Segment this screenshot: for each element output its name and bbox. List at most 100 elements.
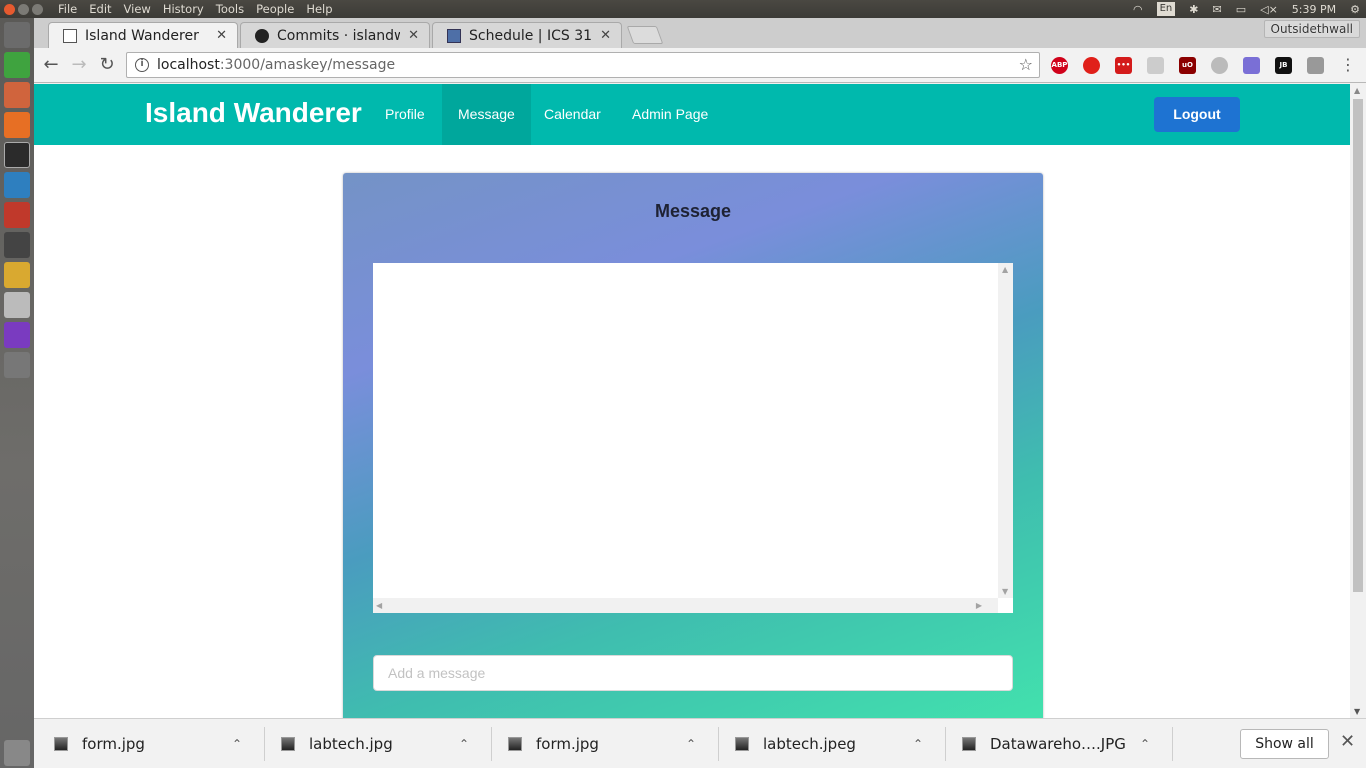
chevron-up-icon[interactable]: ⌃	[913, 737, 923, 751]
battery-icon[interactable]: ▭	[1236, 3, 1246, 16]
nav-admin-page[interactable]: Admin Page	[616, 84, 724, 145]
scroll-left-arrow-icon[interactable]: ◀	[376, 601, 382, 610]
menu-file[interactable]: File	[58, 2, 77, 16]
close-downloads-bar-icon[interactable]: ✕	[1340, 731, 1355, 752]
xmind-icon[interactable]	[4, 232, 30, 258]
logout-button[interactable]: Logout	[1154, 97, 1240, 132]
chevron-up-icon[interactable]: ⌃	[232, 737, 242, 751]
menu-edit[interactable]: Edit	[89, 2, 111, 16]
window-minimize-button[interactable]	[18, 3, 29, 15]
ublock-icon[interactable]: uO	[1179, 57, 1196, 74]
libreoffice-calc-icon[interactable]	[4, 52, 30, 78]
browser-tab-strip: Island Wanderer ✕ Commits · islandwa ✕ S…	[34, 18, 1366, 48]
close-tab-icon[interactable]: ✕	[600, 28, 611, 43]
site-info-icon[interactable]: i	[135, 58, 149, 72]
chevron-up-icon[interactable]: ⌃	[459, 737, 469, 751]
nav-calendar[interactable]: Calendar	[528, 84, 617, 145]
trash-icon[interactable]	[4, 740, 30, 766]
file-icon	[54, 737, 68, 751]
chevron-up-icon[interactable]: ⌃	[686, 737, 696, 751]
download-item[interactable]: labtech.jpg ⌃	[281, 727, 469, 761]
terminal-icon[interactable]	[4, 142, 30, 168]
chevron-up-icon[interactable]: ⌃	[1140, 737, 1150, 751]
menu-tools[interactable]: Tools	[216, 2, 244, 16]
file-icon	[735, 737, 749, 751]
wifi-icon[interactable]: ◠	[1133, 3, 1143, 16]
file-icon	[508, 737, 522, 751]
ubuntu-dash-icon[interactable]	[4, 22, 30, 48]
scroll-up-arrow-icon[interactable]: ▲	[1354, 86, 1360, 95]
new-tab-button[interactable]	[626, 26, 664, 44]
forward-button[interactable]: →	[68, 54, 90, 76]
system-settings-icon[interactable]	[4, 202, 30, 228]
card-title: Message	[654, 201, 732, 221]
message-log[interactable]: ▲ ▼ ◀ ▶	[373, 263, 1013, 613]
firefox-icon[interactable]	[4, 112, 30, 138]
window-controls	[4, 3, 52, 15]
message-input[interactable]	[373, 655, 1013, 691]
scroll-right-arrow-icon[interactable]: ▶	[976, 601, 982, 610]
intellij-icon[interactable]	[4, 322, 30, 348]
tab-island-wanderer[interactable]: Island Wanderer ✕	[48, 22, 238, 48]
mail-icon[interactable]: ✉	[1212, 3, 1221, 16]
nav-profile[interactable]: Profile	[369, 84, 441, 145]
palette-icon[interactable]	[1211, 57, 1228, 74]
close-tab-icon[interactable]: ✕	[408, 28, 419, 43]
address-bar[interactable]: i localhost:3000/amaskey/message ☆	[126, 52, 1040, 78]
window-maximize-button[interactable]	[32, 3, 43, 15]
color-picker-icon[interactable]	[1243, 57, 1260, 74]
nav-message[interactable]: Message	[442, 84, 531, 145]
os-top-bar: File Edit View History Tools People Help…	[0, 0, 1366, 18]
menu-people[interactable]: People	[256, 2, 294, 16]
system-tray: ◠ En ✱ ✉ ▭ ◁× 5:39 PM ⚙	[1133, 0, 1360, 18]
chrome-menu-icon[interactable]: ⋮	[1337, 54, 1359, 76]
scroll-down-arrow-icon[interactable]: ▼	[1354, 707, 1360, 716]
site-brand[interactable]: Island Wanderer	[145, 97, 362, 129]
bookmark-star-icon[interactable]: ☆	[1019, 55, 1033, 74]
divider	[945, 727, 946, 761]
rss-icon[interactable]	[1147, 57, 1164, 74]
download-filename: Datawareho….JPG	[990, 735, 1126, 753]
clock[interactable]: 5:39 PM	[1292, 3, 1336, 16]
volume-muted-icon[interactable]: ◁×	[1260, 3, 1278, 16]
reload-button[interactable]: ↻	[96, 54, 118, 76]
back-button[interactable]: ←	[40, 54, 62, 76]
tab-schedule[interactable]: Schedule | ICS 314, F ✕	[432, 22, 622, 48]
chrome-icon[interactable]	[4, 262, 30, 288]
message-log-horizontal-scrollbar[interactable]: ◀ ▶	[373, 598, 998, 613]
workspace-switcher-icon[interactable]	[4, 352, 30, 378]
window-close-button[interactable]	[4, 3, 15, 15]
download-item[interactable]: form.jpg ⌃	[508, 727, 696, 761]
libreoffice-draw-icon[interactable]	[4, 172, 30, 198]
keyboard-layout-indicator[interactable]: En	[1156, 2, 1176, 16]
menu-help[interactable]: Help	[306, 2, 332, 16]
divider	[718, 727, 719, 761]
text-editor-icon[interactable]	[4, 292, 30, 318]
page-scrollbar-thumb[interactable]	[1353, 99, 1363, 592]
close-tab-icon[interactable]: ✕	[216, 28, 227, 43]
menu-history[interactable]: History	[163, 2, 204, 16]
power-gear-icon[interactable]: ⚙	[1350, 3, 1360, 16]
download-item[interactable]: labtech.jpeg ⌃	[735, 727, 923, 761]
profile-button[interactable]: Outsidethwall	[1263, 20, 1360, 38]
adblock-plus-icon[interactable]: ABP	[1051, 57, 1068, 74]
tab-commits[interactable]: Commits · islandwa ✕	[240, 22, 430, 48]
page-scrollbar[interactable]: ▲ ▼	[1350, 84, 1366, 718]
message-log-vertical-scrollbar[interactable]: ▲ ▼	[998, 263, 1013, 598]
download-item[interactable]: form.jpg ⌃	[54, 727, 242, 761]
scroll-up-arrow-icon[interactable]: ▲	[1002, 265, 1008, 274]
unity-launcher	[0, 18, 34, 768]
download-filename: labtech.jpeg	[763, 735, 856, 753]
show-all-downloads-button[interactable]: Show all	[1240, 729, 1329, 759]
opera-stop-icon[interactable]	[1083, 57, 1100, 74]
lastpass-icon[interactable]: •••	[1115, 57, 1132, 74]
bluetooth-icon[interactable]: ✱	[1189, 3, 1198, 16]
libreoffice-impress-icon[interactable]	[4, 82, 30, 108]
tab-title: Commits · islandwa	[277, 27, 401, 44]
download-item[interactable]: Datawareho….JPG ⌃	[962, 727, 1150, 761]
cometbird-icon[interactable]	[1307, 57, 1324, 74]
schedule-icon	[447, 28, 461, 43]
scroll-down-arrow-icon[interactable]: ▼	[1002, 587, 1008, 596]
menu-view[interactable]: View	[124, 2, 151, 16]
jetbrains-icon[interactable]: JB	[1275, 57, 1292, 74]
